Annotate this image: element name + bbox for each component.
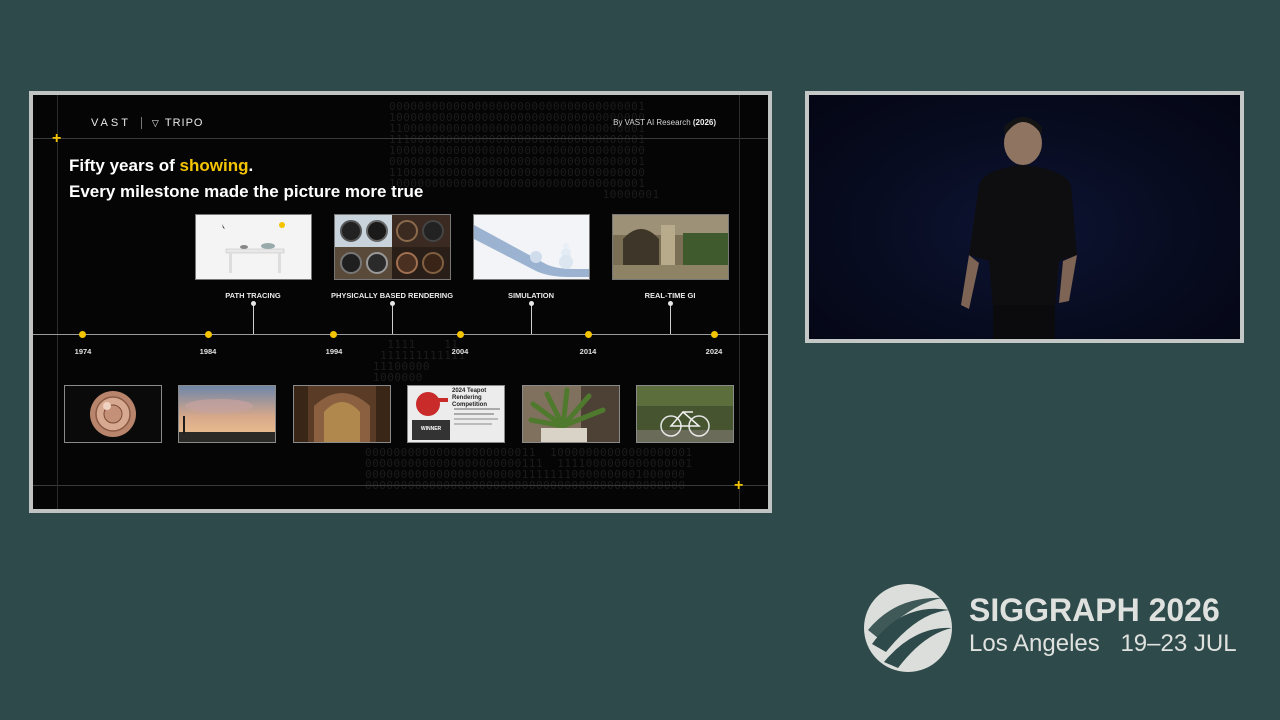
timeline-dot (205, 331, 212, 338)
binary-pattern-mid: 1111 11 111111111111 11100000 1000000 (373, 338, 466, 384)
timeline-dot (79, 331, 86, 338)
presentation-slide: 000000000000000000000000000000000001 100… (33, 95, 768, 509)
slide-headline: Fifty years of showing. Every milestone … (69, 153, 423, 205)
cathedral-interior-image (293, 385, 391, 443)
event-subtitle: Los Angeles 19–23 JUL (969, 630, 1237, 658)
timeline-dot (585, 331, 592, 338)
headline-period: . (248, 156, 254, 175)
milestone-pin (390, 301, 395, 335)
event-dates: 19–23 JUL (1120, 630, 1237, 657)
guide-line-top (33, 138, 768, 139)
brand-logo: VAST ▽ TRIPO (91, 117, 203, 129)
presentation-slide-frame: 000000000000000000000000000000000001 100… (29, 91, 772, 513)
headline-line-1: Fifty years of showing. (69, 153, 423, 179)
headline-line-2: Every milestone made the picture more tr… (69, 182, 424, 201)
event-title: SIGGRAPH 2026 (969, 592, 1220, 628)
byline: By VAST AI Research (2026) (613, 118, 716, 127)
bicycle-image (636, 385, 734, 443)
timeline-dot (330, 331, 337, 338)
plus-icon: + (734, 477, 744, 494)
timeline-year: 1974 (74, 347, 92, 356)
tripo-triangle-icon: ▽ (151, 117, 159, 128)
speaker-video-frame (805, 91, 1244, 343)
milestone-pin (668, 301, 673, 335)
palm-plant-image (522, 385, 620, 443)
timeline-axis (33, 334, 768, 335)
byline-text: By VAST AI Research (613, 118, 691, 127)
guide-line-bottom (33, 485, 768, 486)
milestone-label: REAL-TIME GI (644, 291, 696, 300)
timeline-year: 1994 (325, 347, 343, 356)
event-location: Los Angeles (969, 630, 1100, 657)
guide-line-left (57, 95, 58, 509)
milestone-label: SIMULATION (507, 291, 555, 300)
timeline-year: 2004 (451, 347, 469, 356)
simulation-image (473, 214, 590, 280)
pbr-lenses-image (334, 214, 451, 280)
binary-pattern-top: 000000000000000000000000000000000001 100… (389, 100, 660, 201)
speaker-video (809, 95, 1240, 339)
timeline-year: 2024 (705, 347, 723, 356)
timeline-dot (457, 331, 464, 338)
teapot-competition-image: 2024 Teapot Rendering Competition WINNER (407, 385, 505, 443)
guide-line-right (739, 95, 740, 509)
milestone-pin (251, 301, 256, 335)
brand-name: VAST (91, 117, 131, 129)
headline-highlight: showing (179, 156, 249, 175)
teapot-card-title: 2024 Teapot Rendering Competition (452, 388, 487, 408)
timeline-dot (711, 331, 718, 338)
sunset-sky-image (178, 385, 276, 443)
plus-icon: + (52, 130, 62, 147)
brand2-name: TRIPO (164, 117, 204, 129)
teapot-card-badge: WINNER (420, 426, 442, 432)
real-time-gi-image (612, 214, 729, 280)
timeline-year: 2014 (579, 347, 597, 356)
path-tracing-image (195, 214, 312, 280)
logo-divider (140, 117, 142, 129)
byline-year: (2026) (692, 118, 716, 127)
siggraph-logo-icon (864, 584, 952, 672)
speaker-figure (961, 117, 1077, 339)
milestone-label: PHYSICALLY BASED RENDERING (330, 291, 454, 300)
copper-sphere-image (64, 385, 162, 443)
milestone-pin (529, 301, 534, 335)
headline-text: Fifty years of (69, 156, 180, 175)
milestone-label: PATH TRACING (225, 291, 281, 300)
timeline-year: 1984 (199, 347, 217, 356)
